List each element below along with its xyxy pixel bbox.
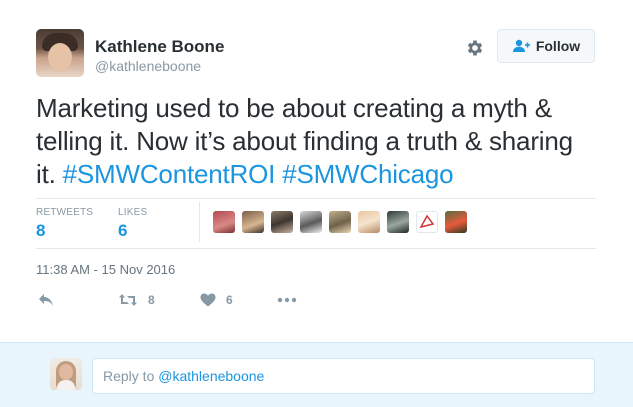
viewer-avatar-face <box>59 364 73 380</box>
hashtag-link[interactable]: #SMWChicago <box>282 159 453 189</box>
add-user-icon <box>512 39 530 52</box>
tweet-timestamp[interactable]: 11:38 AM - 15 Nov 2016 <box>36 262 175 277</box>
avatar-face <box>48 43 72 71</box>
retweet-count: 8 <box>148 293 155 307</box>
author-name[interactable]: Kathlene Boone <box>95 37 224 57</box>
viewer-avatar[interactable] <box>50 358 82 390</box>
heart-icon <box>200 293 216 307</box>
more-button[interactable] <box>277 291 297 309</box>
reply-mention: @kathleneboone <box>158 368 265 384</box>
liker-avatar[interactable] <box>300 211 322 233</box>
likes-count[interactable]: 6 <box>118 221 127 241</box>
reply-prefix: Reply to <box>103 368 159 384</box>
retweet-icon <box>119 294 137 306</box>
liker-avatar[interactable] <box>416 211 438 233</box>
likes-label[interactable]: LIKES <box>118 207 147 218</box>
follow-label: Follow <box>535 38 581 54</box>
retweets-label[interactable]: RETWEETS <box>36 207 93 218</box>
tweet-card: Kathlene Boone @kathleneboone Follow Mar… <box>0 0 633 407</box>
liker-avatar[interactable] <box>358 211 380 233</box>
divider <box>36 198 596 199</box>
like-button[interactable]: 6 <box>200 291 233 309</box>
reply-input[interactable]: Reply to @kathleneboone <box>92 358 595 394</box>
retweet-button[interactable]: 8 <box>118 291 155 309</box>
liker-avatar[interactable] <box>387 211 409 233</box>
liker-avatar[interactable] <box>445 211 467 233</box>
liker-avatar[interactable] <box>271 211 293 233</box>
reply-icon <box>39 294 53 306</box>
liker-avatars <box>213 211 474 233</box>
stats-separator <box>199 202 200 242</box>
author-handle[interactable]: @kathleneboone <box>95 58 201 74</box>
tweet-text: Marketing used to be about creating a my… <box>36 92 596 191</box>
liker-avatar[interactable] <box>329 211 351 233</box>
hashtag-link[interactable]: #SMWContentROI <box>63 159 276 189</box>
retweets-count[interactable]: 8 <box>36 221 45 241</box>
viewer-avatar-body <box>57 380 75 390</box>
author-avatar[interactable] <box>36 29 84 77</box>
more-dots-icon <box>277 297 297 303</box>
gear-icon[interactable] <box>465 38 485 58</box>
reply-button[interactable] <box>38 291 54 309</box>
liker-avatar[interactable] <box>242 211 264 233</box>
like-count: 6 <box>226 293 233 307</box>
follow-button[interactable]: Follow <box>497 29 595 63</box>
divider <box>36 248 596 249</box>
liker-avatar[interactable] <box>213 211 235 233</box>
liker-logo-icon <box>419 214 435 229</box>
